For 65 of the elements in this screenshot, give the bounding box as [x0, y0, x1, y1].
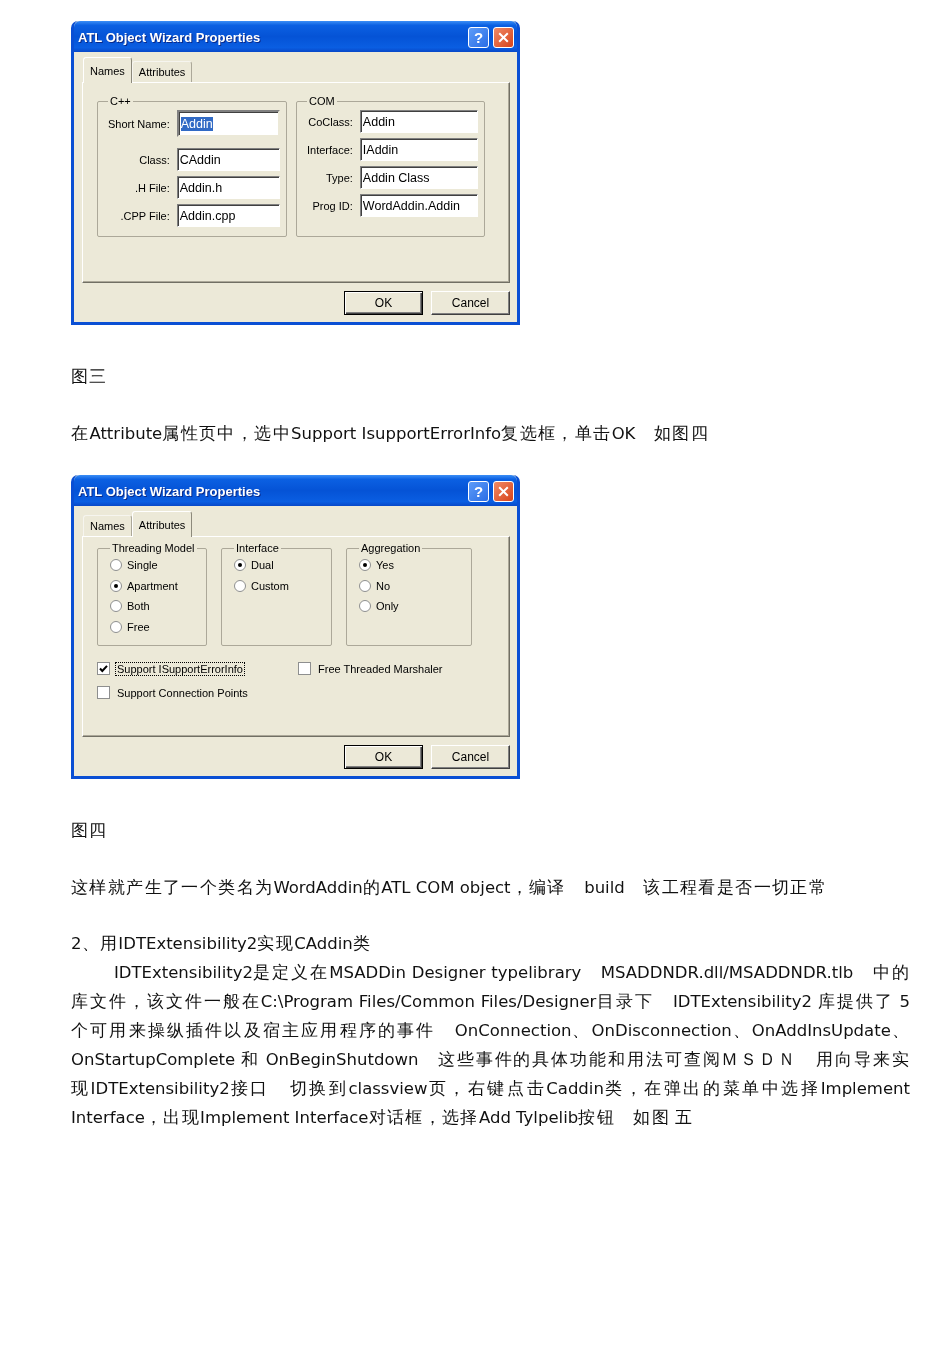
radio-button[interactable] — [234, 559, 246, 572]
figure-caption: 图四 — [71, 820, 108, 842]
field-label: .H File: — [134, 181, 170, 194]
close-icon — [498, 31, 509, 43]
close-button[interactable] — [493, 26, 514, 48]
field-label: Short Name: — [108, 117, 170, 130]
text-field[interactable]: Addin.cpp — [176, 204, 280, 227]
tab[interactable]: Attributes — [131, 511, 193, 537]
group-title: Interface — [235, 542, 280, 554]
dialog-button[interactable]: Cancel — [431, 745, 510, 769]
radio-label: Custom — [251, 579, 289, 592]
tab[interactable]: Names — [83, 515, 132, 536]
field-label: Interface: — [307, 143, 353, 156]
tab[interactable]: Names — [83, 57, 132, 83]
radio-button[interactable] — [234, 579, 246, 592]
radio-label: Yes — [376, 559, 394, 572]
field-label: CoClass: — [308, 115, 353, 128]
window-title: ATL Object Wizard Properties — [78, 29, 262, 45]
tab[interactable]: Attributes — [131, 61, 193, 82]
checkbox[interactable] — [298, 662, 311, 675]
checkbox-label: Support ISupportErrorInfo — [115, 661, 245, 676]
dialog-button[interactable]: OK — [344, 291, 423, 315]
radio-button[interactable] — [359, 579, 371, 592]
window-title: ATL Object Wizard Properties — [78, 483, 262, 499]
radio-button[interactable] — [110, 600, 122, 613]
text-field[interactable]: Addin Class — [359, 166, 478, 189]
text-field[interactable]: IAddin — [359, 138, 478, 161]
paragraph: 在Attribute属性页中，选中Support IsupportErrorInfo复选框，单击OK 如图四 — [71, 423, 711, 445]
close-button[interactable] — [493, 480, 514, 502]
checkbox-label: Free Threaded Marshaler — [317, 661, 444, 676]
checkbox[interactable] — [97, 686, 110, 699]
field-label: Class: — [139, 153, 170, 166]
radio-button[interactable] — [359, 600, 371, 613]
text-field[interactable]: Addin — [176, 110, 280, 137]
group-title: Aggregation — [360, 542, 422, 554]
radio-label: Only — [376, 600, 399, 613]
field-label: Type: — [325, 171, 353, 184]
radio-label: Free — [127, 620, 150, 633]
figure-caption: 图三 — [71, 366, 108, 388]
text-field[interactable]: Addin — [359, 110, 478, 133]
paragraph: 这样就产生了一个类名为WordAddin的ATL COM object，编译 build 该工程看是否一切正常 — [71, 877, 829, 899]
radio-button[interactable] — [359, 559, 371, 572]
dialog-button[interactable]: OK — [344, 745, 423, 769]
field-label: .CPP File: — [120, 209, 170, 222]
group-title: C++ — [109, 95, 132, 107]
help-button[interactable]: ? — [468, 26, 489, 48]
radio-label: No — [376, 579, 391, 592]
text-field[interactable]: CAddin — [176, 148, 280, 171]
radio-button[interactable] — [110, 579, 122, 592]
text-field[interactable]: Addin.h — [176, 176, 280, 199]
close-icon — [498, 485, 509, 497]
help-button[interactable]: ? — [468, 480, 489, 502]
checkbox[interactable] — [97, 662, 110, 675]
radio-label: Both — [127, 600, 150, 613]
radio-label: Apartment — [127, 579, 178, 592]
radio-label: Dual — [251, 559, 274, 572]
dialog-button[interactable]: Cancel — [431, 291, 510, 315]
field-label: Prog ID: — [312, 199, 353, 212]
radio-label: Single — [127, 559, 158, 572]
radio-button[interactable] — [110, 620, 122, 633]
group-title: Threading Model — [111, 542, 196, 554]
radio-button[interactable] — [110, 559, 122, 572]
group-title: COM — [308, 95, 336, 107]
checkbox-label: Support Connection Points — [116, 685, 249, 700]
text-field[interactable]: WordAddin.Addin — [359, 194, 478, 217]
